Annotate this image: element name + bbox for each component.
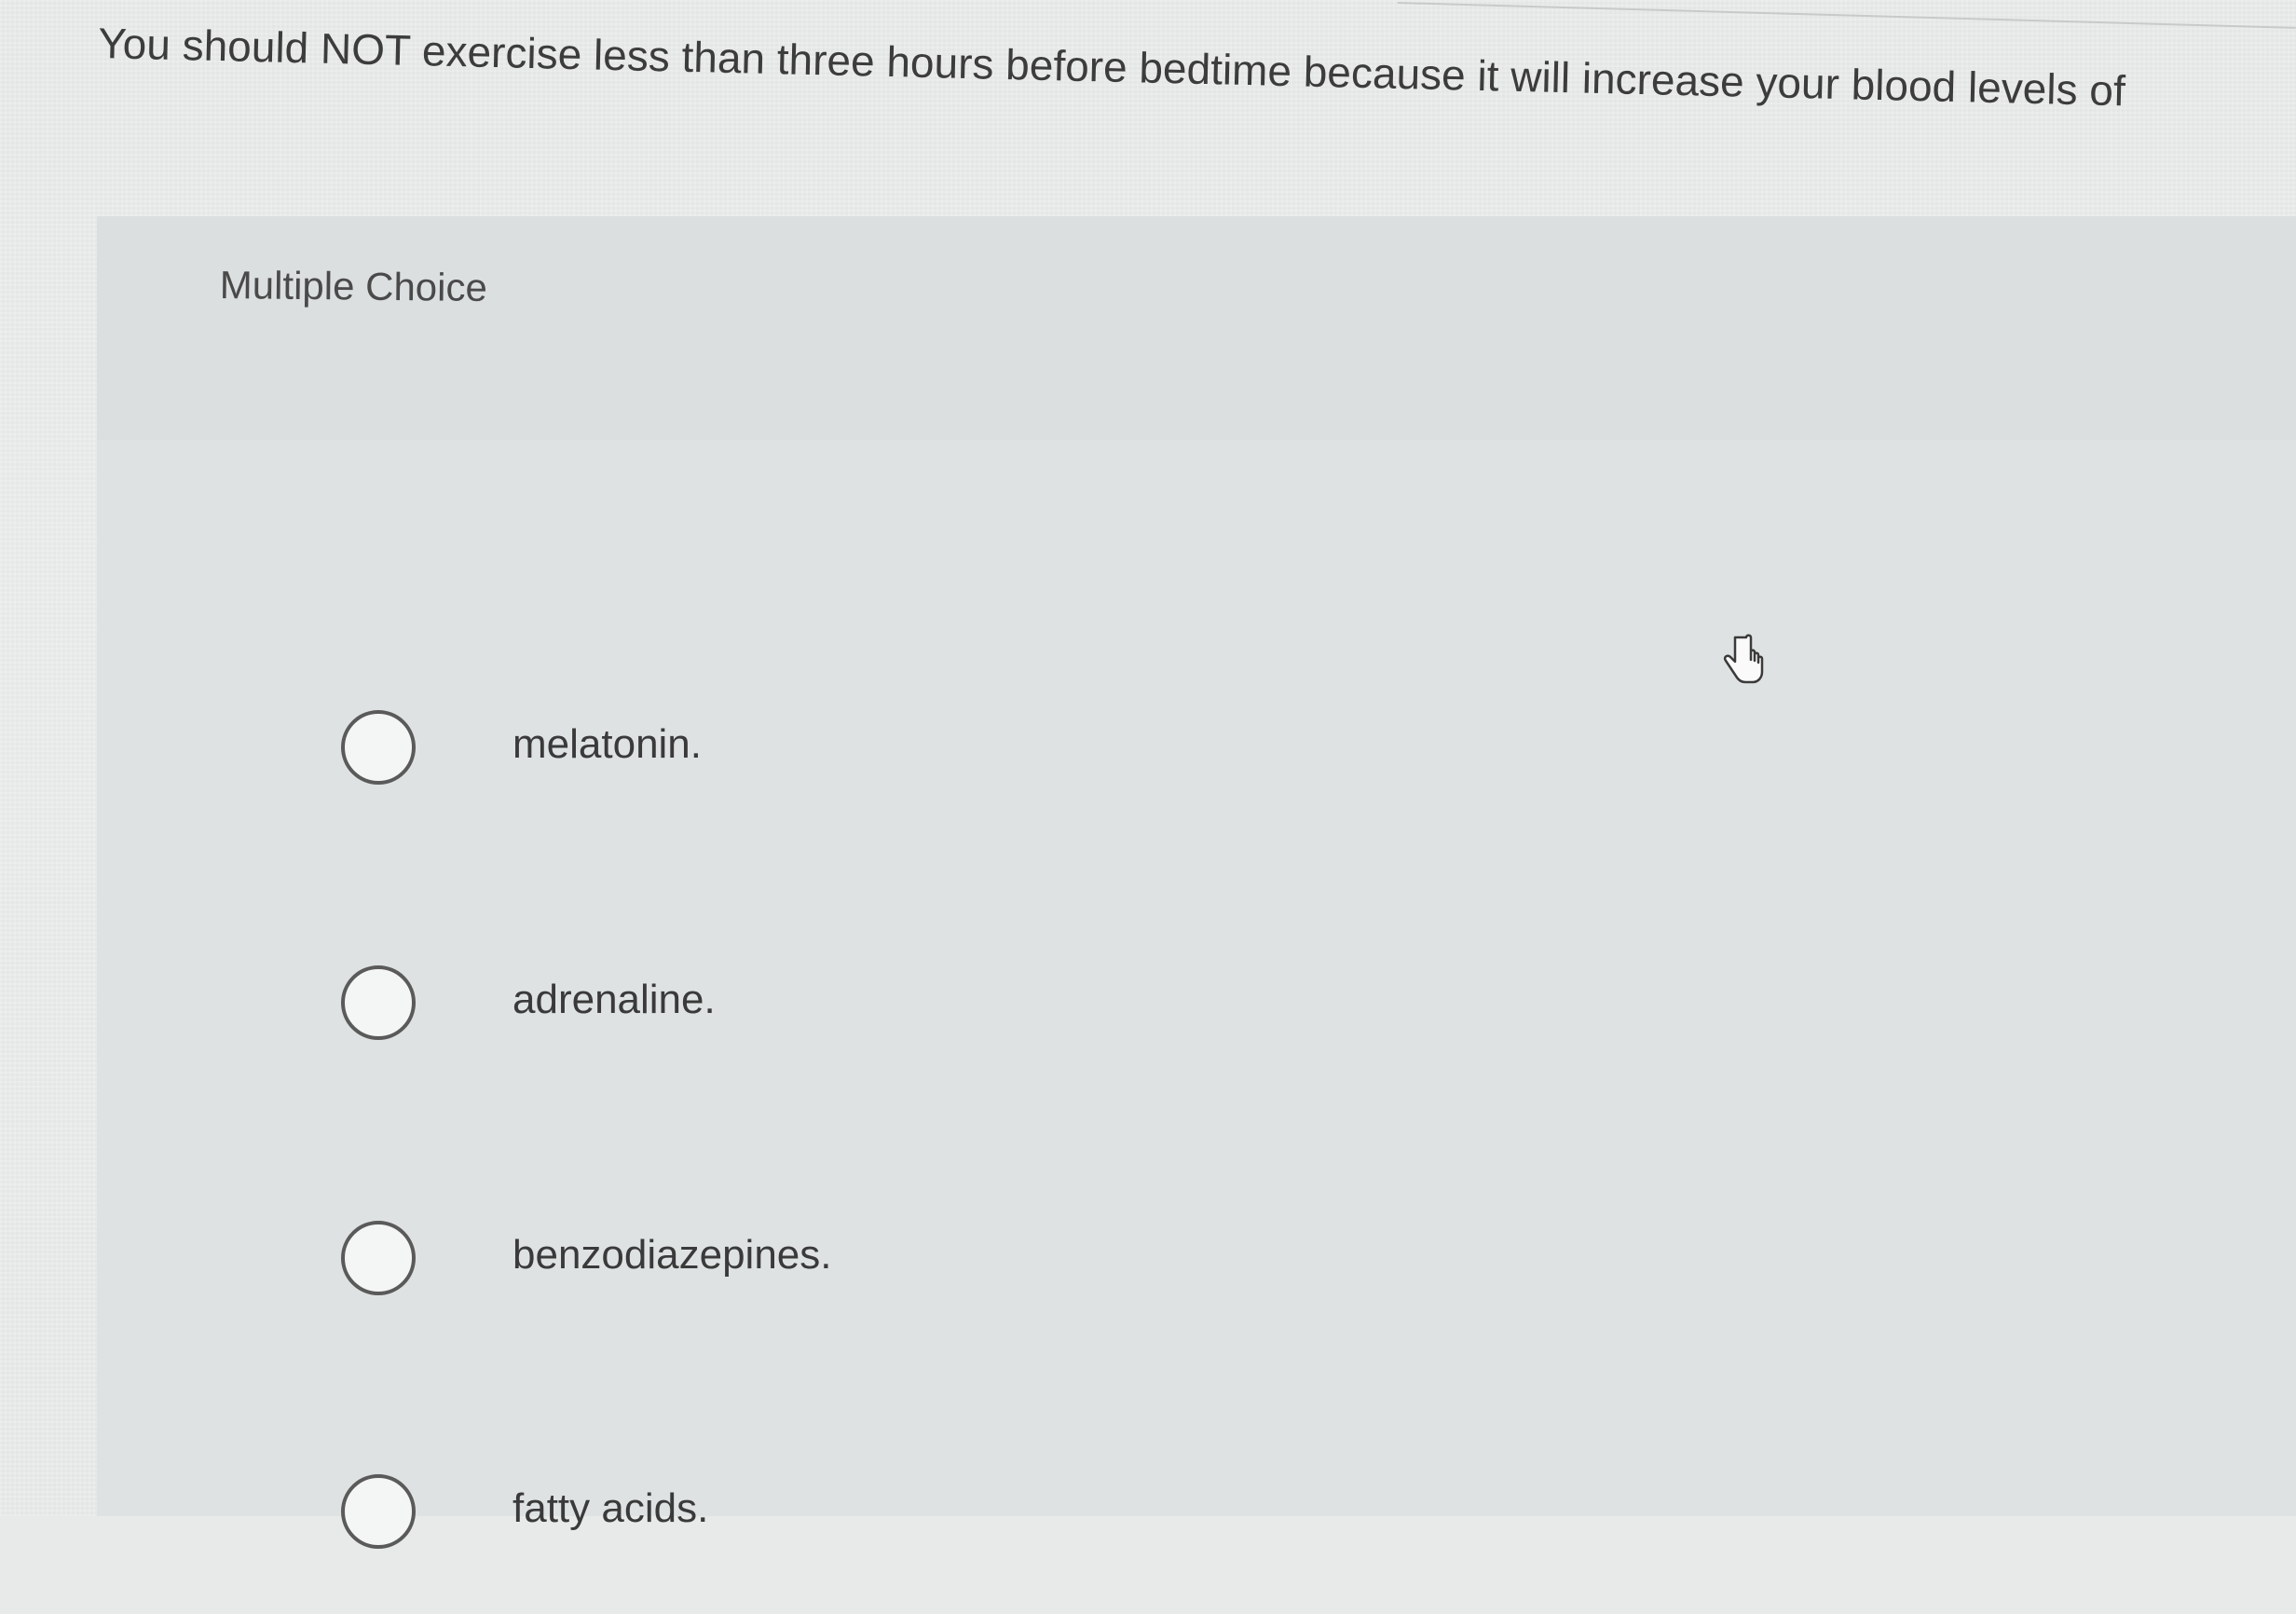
- option-melatonin[interactable]: melatonin.: [274, 710, 2277, 850]
- radio-button[interactable]: [341, 710, 416, 785]
- radio-button[interactable]: [341, 965, 416, 1040]
- option-adrenaline[interactable]: adrenaline.: [274, 965, 2277, 1105]
- radio-button[interactable]: [341, 1221, 416, 1295]
- question-type-label: Multiple Choice: [219, 263, 488, 310]
- question-text: You should NOT exercise less than three …: [97, 18, 2126, 116]
- option-label[interactable]: benzodiazepines.: [512, 1232, 831, 1279]
- divider: [1397, 2, 2296, 29]
- option-benzodiazepines[interactable]: benzodiazepines.: [274, 1221, 2277, 1361]
- quiz-page: You should NOT exercise less than three …: [0, 0, 2296, 1549]
- radio-button[interactable]: [341, 1474, 416, 1549]
- answer-panel: Multiple Choice melatonin. adrenaline. b…: [97, 216, 2296, 1549]
- option-label[interactable]: fatty acids.: [512, 1485, 708, 1532]
- option-fatty-acids[interactable]: fatty acids.: [274, 1474, 2277, 1614]
- option-label[interactable]: adrenaline.: [512, 977, 716, 1023]
- hand-pointer-icon: [1723, 634, 1764, 684]
- panel-header: Multiple Choice: [97, 216, 2296, 440]
- option-label[interactable]: melatonin.: [512, 721, 702, 768]
